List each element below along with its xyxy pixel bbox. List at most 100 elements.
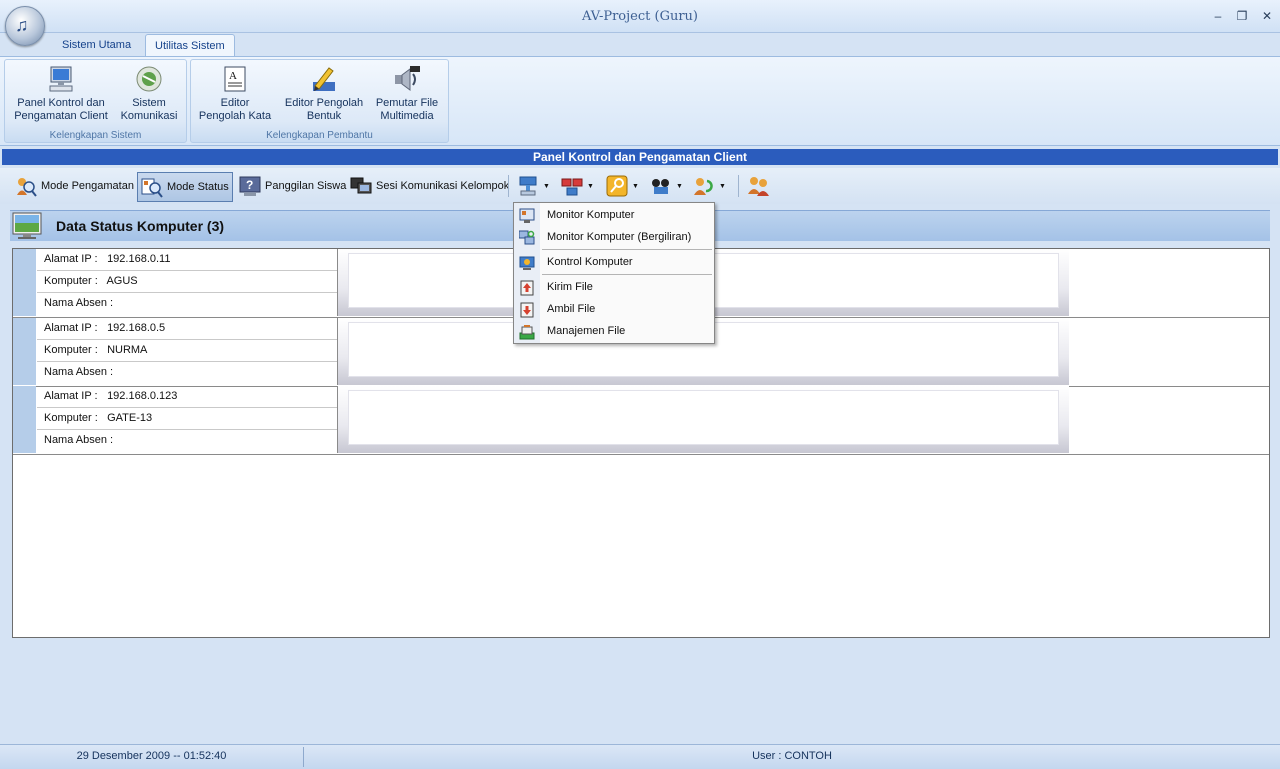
row-selector[interactable] [13,249,36,316]
svg-text:?: ? [246,178,253,192]
data-status-title: Data Status Komputer (3) [56,218,225,234]
mode-status-button[interactable]: Mode Status [137,172,233,202]
group-label-kelengkapan-sistem: Kelengkapan Sistem [49,130,142,141]
panel-kontrol-label-1: Panel Kontrol dan [17,97,105,109]
chevron-down-icon: ▼ [719,182,726,190]
absen-label: Nama Absen : [44,297,114,309]
pemutar-label-2: Multimedia [380,110,434,122]
ribbon: Panel Kontrol dan Pengamatan Client Sist… [0,56,1280,146]
editor-pengolah-bentuk-button[interactable]: Editor Pengolah Bentuk [281,64,367,123]
get-file-icon [520,302,534,318]
computer-monitor-icon [49,66,73,92]
sistem-komunikasi-label-2: Komunikasi [120,110,178,122]
group-kelengkapan-sistem: Panel Kontrol dan Pengamatan Client Sist… [4,59,187,143]
refresh-users-dropdown-button[interactable]: ▼ [690,172,729,200]
panggilan-siswa-label: Panggilan Siswa [265,180,347,192]
ip-label: Alamat IP : [44,322,98,334]
ip-value: 192.168.0.5 [107,322,166,334]
sesi-komunikasi-label: Sesi Komunikasi Kelompok [376,180,510,192]
menu-label: Ambil File [547,303,596,315]
group-label-kelengkapan-pembantu: Kelengkapan Pembantu [266,130,373,141]
computer-row[interactable]: Alamat IP : 192.168.0.123 Komputer : GAT… [13,386,1269,455]
mode-pengamatan-button[interactable]: Mode Pengamatan [12,172,137,200]
chevron-down-icon: ▼ [587,182,594,190]
svg-text:A: A [229,70,237,82]
title-bar: AV-Project (Guru) – ❐ ✕ [0,0,1280,33]
monitor-computer-icon [519,208,535,223]
application-menu-button[interactable]: ♫ [5,6,45,46]
window-title: AV-Project (Guru) [582,9,698,24]
network-monitor-icon [519,176,537,196]
editor-pengolah-kata-button[interactable]: A Editor Pengolah Kata [197,64,273,123]
key-icon [606,175,628,197]
chevron-down-icon: ▼ [632,182,639,190]
minimize-button[interactable]: – [1208,8,1228,24]
group-users-button[interactable] [745,172,773,200]
key-dropdown-button[interactable]: ▼ [603,172,642,200]
toolbar-separator [738,175,739,197]
menu-item-ambil-file[interactable]: Ambil File [514,298,714,320]
ip-line: Alamat IP : 192.168.0.5 [37,318,337,340]
ip-value: 192.168.0.11 [107,253,171,265]
menu-item-monitor-komputer[interactable]: Monitor Komputer [514,204,714,226]
toolbar-separator [508,175,509,197]
communication-icon [136,66,162,92]
tab-sistem-utama[interactable]: Sistem Utama [53,34,140,56]
menu-item-kontrol-komputer[interactable]: Kontrol Komputer [514,251,714,273]
row-selector[interactable] [13,318,36,385]
menu-label: Kirim File [547,281,593,293]
status-user: User : CONTOH [752,750,832,762]
status-datetime: 29 Desember 2009 -- 01:52:40 [76,750,227,762]
status-magnifier-icon [141,178,163,198]
users-dropdown-button[interactable]: ▼ [647,172,686,200]
mode-status-label: Mode Status [167,181,229,193]
computer-label: Komputer : [44,275,98,287]
sistem-komunikasi-label-1: Sistem [132,97,166,109]
speaker-film-icon [395,66,420,91]
panggilan-siswa-button[interactable]: ? Panggilan Siswa [236,172,349,200]
computer-info: Alamat IP : 192.168.0.123 Komputer : GAT… [37,386,338,453]
question-screen-icon: ? [239,176,261,196]
row-selector[interactable] [13,386,36,453]
editor-kata-label-2: Pengolah Kata [198,110,272,122]
network-computers-icon [561,178,583,196]
panel-title: Panel Kontrol dan Pengamatan Client [2,149,1278,165]
monitor-rotate-icon [519,230,535,245]
tab-utilitas-sistem[interactable]: Utilitas Sistem [145,34,235,57]
computer-label: Komputer : [44,412,98,424]
status-screen-panel [338,386,1069,453]
menu-label: Kontrol Komputer [547,256,633,268]
menu-item-manajemen-file[interactable]: Manajemen File [514,320,714,342]
absen-label: Nama Absen : [44,434,114,446]
send-file-icon [520,280,534,296]
menu-label: Manajemen File [547,325,626,337]
sesi-komunikasi-kelompok-button[interactable]: Sesi Komunikasi Kelompok [347,172,512,200]
pemutar-file-multimedia-button[interactable]: Pemutar File Multimedia [373,64,441,123]
absen-line: Nama Absen : [37,293,337,314]
computer-line: Komputer : AGUS [37,271,337,293]
computer-value: NURMA [107,344,148,356]
editor-bentuk-label-2: Bentuk [306,110,342,122]
app-logo-icon: ♫ [15,15,29,35]
menu-label: Monitor Komputer [547,209,635,221]
network-dropdown-button[interactable]: ▼ [558,172,597,200]
close-button[interactable]: ✕ [1257,8,1277,24]
sistem-komunikasi-button[interactable]: Sistem Komunikasi [117,64,181,123]
computer-line: Komputer : GATE-13 [37,408,337,430]
pemutar-label-1: Pemutar File [375,97,439,109]
monitor-dropdown-menu: Monitor Komputer Monitor Komputer (Bergi… [513,202,715,344]
menu-item-kirim-file[interactable]: Kirim File [514,276,714,298]
panel-kontrol-button[interactable]: Panel Kontrol dan Pengamatan Client [13,64,109,123]
magnifier-person-icon [17,178,37,197]
monitor-dropdown-button[interactable]: ▼ [514,172,553,200]
computer-info: Alamat IP : 192.168.0.5 Komputer : NURMA… [37,318,338,385]
computer-label: Komputer : [44,344,98,356]
users-refresh-icon [694,178,713,195]
chevron-down-icon: ▼ [676,182,683,190]
control-computer-icon [519,256,535,270]
drawing-pencil-icon [313,67,335,91]
group-kelengkapan-pembantu: A Editor Pengolah Kata Editor Pengolah B… [190,59,449,143]
menu-item-monitor-bergiliran[interactable]: Monitor Komputer (Bergiliran) [514,226,714,248]
restore-button[interactable]: ❐ [1232,8,1252,24]
absen-label: Nama Absen : [44,366,114,378]
